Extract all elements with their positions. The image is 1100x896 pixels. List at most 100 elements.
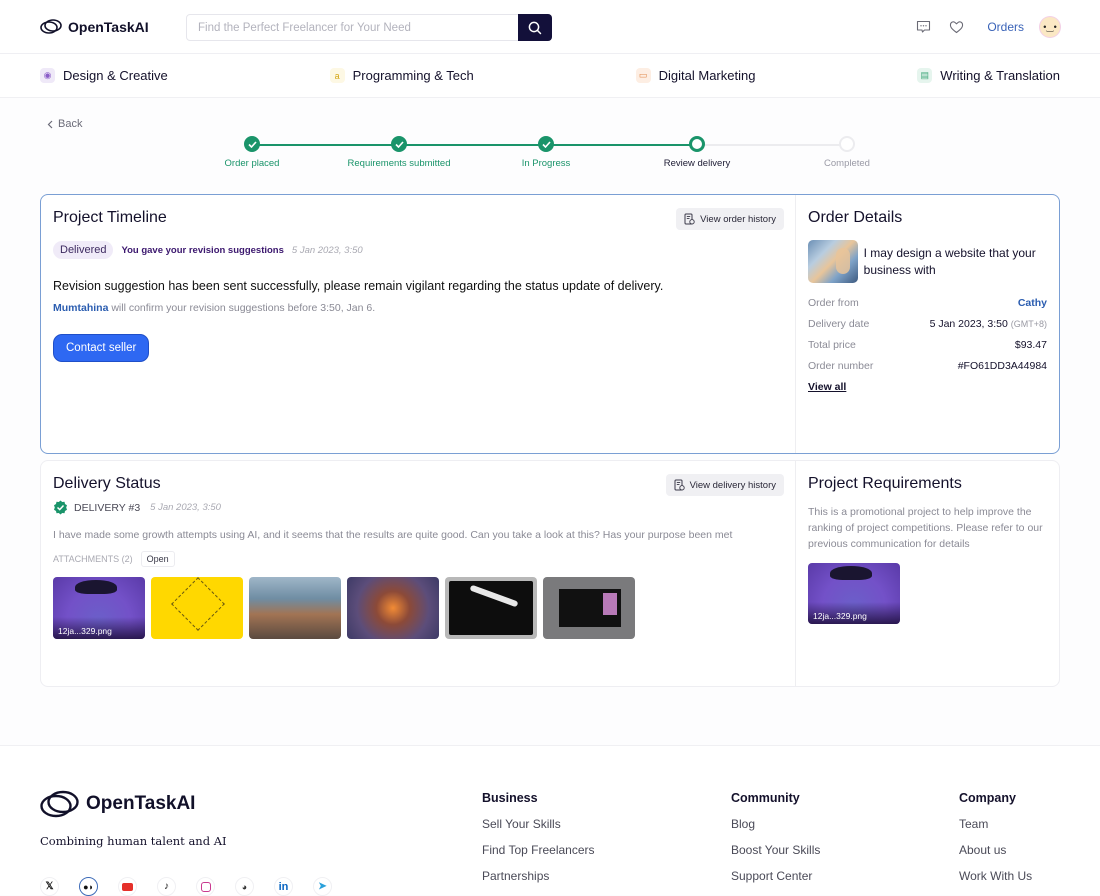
footer-link[interactable]: Support Center — [731, 869, 820, 883]
product-title: I may design a website that your busines… — [863, 245, 1036, 277]
briefcase-icon: ▭ — [635, 68, 651, 83]
telegram-icon[interactable]: ➤ — [313, 877, 332, 896]
category-label: Digital Marketing — [658, 68, 756, 83]
row-key: Order number — [808, 360, 874, 372]
search-button[interactable] — [518, 14, 552, 41]
attachment-thumbnail[interactable] — [347, 577, 439, 639]
back-label: Back — [58, 118, 83, 130]
message-icon[interactable] — [914, 18, 932, 36]
delivery-number: DELIVERY #3 — [74, 501, 141, 514]
status-badge: Delivered — [53, 241, 114, 259]
row-key: Delivery date — [808, 318, 870, 330]
thumbnail-screen — [449, 581, 533, 635]
view-order-history-button[interactable]: View order history — [676, 208, 784, 230]
youtube-icon[interactable] — [118, 877, 137, 896]
attachment-thumbnail[interactable] — [445, 577, 537, 639]
section-title: Project Timeline — [53, 209, 167, 226]
requirements-text: This is a promotional project to help im… — [808, 506, 1043, 550]
step-label: In Progress — [521, 158, 571, 169]
status-row: Delivered You gave your revision suggest… — [53, 241, 783, 259]
heart-icon[interactable] — [947, 18, 965, 36]
search-bar — [186, 14, 552, 41]
button-label: View delivery history — [689, 479, 776, 491]
footer-column-community: Community Blog Boost Your Skills Support… — [731, 791, 820, 883]
requirement-attachment-thumbnail[interactable]: 12ja...329.png — [808, 563, 900, 624]
footer-column-title: Company — [959, 791, 1016, 805]
footer-link[interactable]: Sell Your Skills — [482, 817, 595, 831]
step-label: Completed — [824, 158, 870, 169]
footer-brand-logo[interactable]: OpenTaskAI — [40, 790, 195, 818]
delivery-status-card: Delivery Status View delivery history DE… — [40, 460, 1060, 687]
view-delivery-history-button[interactable]: View delivery history — [665, 474, 784, 496]
contact-seller-button[interactable]: Contact seller — [53, 334, 150, 362]
footer-link[interactable]: Partnerships — [482, 869, 595, 883]
timeline-sub-message: Mumtahina will confirm your revision sug… — [53, 302, 783, 314]
back-button[interactable]: Back — [47, 118, 82, 130]
category-bar: ◉ Design & Creative a Programming & Tech… — [0, 54, 1100, 98]
buyer-name-link[interactable]: Cathy — [1018, 297, 1047, 309]
document-icon: ▤ — [917, 68, 933, 83]
category-design-creative[interactable]: ◉ Design & Creative — [40, 68, 168, 83]
avatar[interactable]: •‿• — [1040, 17, 1060, 37]
open-attachments-button[interactable]: Open — [140, 551, 175, 567]
sub-message-text: will confirm your revision suggestions b… — [108, 302, 376, 314]
header-actions: Orders •‿• — [914, 17, 1060, 37]
category-writing-translation[interactable]: ▤ Writing & Translation — [917, 68, 1060, 83]
search-input[interactable] — [187, 15, 518, 40]
row-value-group: 5 Jan 2023, 3:50 (GMT+8) — [930, 318, 1047, 330]
footer-link[interactable]: Boost Your Skills — [731, 843, 820, 857]
palette-icon: ◉ — [40, 68, 55, 83]
step-label: Review delivery — [663, 158, 731, 169]
footer-link[interactable]: About us — [959, 843, 1032, 857]
attachment-thumbnail[interactable]: 12ja...329.png — [53, 577, 145, 639]
current-step-icon — [689, 136, 705, 152]
code-icon: a — [329, 68, 345, 83]
view-all-link[interactable]: View all — [808, 381, 846, 393]
project-timeline-card: Project Timeline View order history Deli… — [40, 194, 1060, 454]
brand-name: OpenTaskAI — [86, 793, 196, 814]
project-timeline-section: Project Timeline View order history Deli… — [41, 195, 796, 453]
check-icon — [391, 136, 407, 152]
footer-column-company: Company Team About us Work With Us — [959, 791, 1032, 883]
step-requirements-submitted: Requirements submitted — [329, 136, 469, 169]
category-programming-tech[interactable]: a Programming & Tech — [329, 68, 474, 83]
brand-logo[interactable]: OpenTaskAI — [40, 19, 149, 35]
row-key: Order from — [808, 297, 859, 309]
tiktok-icon[interactable]: ♪ — [157, 877, 176, 896]
delivery-timestamp: 5 Jan 2023, 3:50 — [150, 502, 221, 513]
section-title: Order Details — [808, 209, 903, 226]
logo-icon — [40, 790, 79, 818]
youtube-glyph — [122, 882, 133, 891]
delivery-header-row: DELIVERY #3 5 Jan 2023, 3:50 — [53, 500, 783, 515]
row-value: $93.47 — [1014, 339, 1047, 351]
search-icon — [528, 21, 542, 34]
discord-icon[interactable]: ◕ — [235, 877, 254, 896]
delivery-message: I have made some growth attempts using A… — [53, 529, 733, 541]
footer-link[interactable]: Work With Us — [959, 869, 1032, 883]
medium-icon[interactable]: ●◗ — [79, 877, 98, 896]
status-text: You gave your revision suggestions — [121, 244, 284, 256]
order-product[interactable]: I may design a website that your busines… — [808, 240, 1047, 283]
linkedin-icon[interactable]: in — [274, 877, 293, 896]
row-key: Total price — [808, 339, 856, 351]
orders-link[interactable]: Orders — [987, 20, 1024, 34]
footer-link[interactable]: Blog — [731, 817, 820, 831]
history-doc-icon — [674, 479, 685, 491]
order-details-section: Order Details I may design a website tha… — [796, 195, 1059, 453]
attachment-thumbnail[interactable] — [249, 577, 341, 639]
step-label: Requirements submitted — [347, 158, 451, 169]
category-label: Programming & Tech — [352, 68, 474, 83]
order-row-total-price: Total price $93.47 — [808, 339, 1047, 351]
attachment-thumbnail[interactable] — [151, 577, 243, 639]
instagram-icon[interactable] — [196, 877, 215, 896]
x-icon[interactable]: 𝕏 — [40, 877, 59, 896]
footer-tagline: Combining human talent and AI — [40, 834, 227, 848]
footer-link[interactable]: Find Top Freelancers — [482, 843, 595, 857]
seller-name-link[interactable]: Mumtahina — [53, 302, 108, 314]
category-digital-marketing[interactable]: ▭ Digital Marketing — [635, 68, 756, 83]
step-in-progress: In Progress — [476, 136, 616, 169]
attachment-thumbnail[interactable] — [543, 577, 635, 639]
pending-step-icon — [839, 136, 855, 152]
footer-link[interactable]: Team — [959, 817, 1032, 831]
footer: OpenTaskAI Combining human talent and AI… — [0, 745, 1100, 896]
